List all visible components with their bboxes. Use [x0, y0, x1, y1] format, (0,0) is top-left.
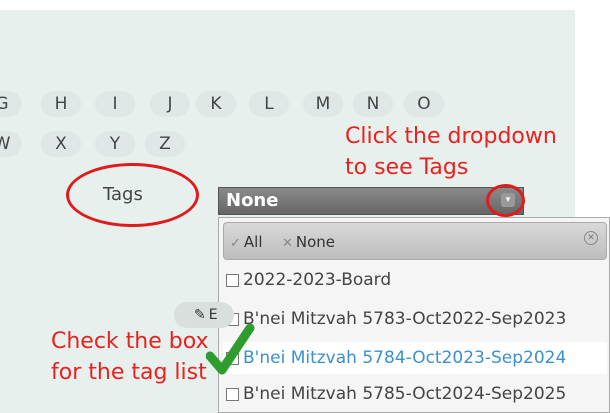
pencil-icon: ✎	[194, 307, 206, 323]
green-checkmark-icon	[206, 323, 255, 375]
select-all-control[interactable]: ✓ All	[230, 233, 263, 251]
tag-option-highlighted[interactable]: B'nei Mitzvah 5784-Oct2023-Sep2024	[223, 342, 607, 374]
dropdown-hint-line2: to see Tags	[345, 155, 469, 180]
tag-option-label: 2022-2023-Board	[243, 270, 392, 290]
check-icon: ✓	[230, 236, 241, 251]
tag-option-label: B'nei Mitzvah 5784-Oct2023-Sep2024	[243, 348, 567, 368]
letter-label: G	[0, 94, 9, 114]
letter-label: O	[417, 94, 431, 114]
letter-filter-j[interactable]: J	[150, 91, 190, 117]
letter-label: Y	[109, 134, 121, 154]
letter-label: L	[264, 94, 274, 114]
tags-select[interactable]: None ▾	[218, 187, 524, 215]
letter-label: Z	[159, 134, 171, 154]
letter-label: X	[55, 134, 67, 154]
tag-option-checkbox[interactable]	[226, 387, 239, 401]
letter-filter-k[interactable]: K	[196, 91, 236, 117]
letter-filter-i[interactable]: I	[95, 91, 135, 117]
letter-filter-y[interactable]: Y	[95, 131, 135, 157]
letter-label: I	[112, 94, 118, 114]
dropdown-hint-line1: Click the dropdown	[345, 124, 557, 149]
tag-option[interactable]: B'nei Mitzvah 5785-Oct2024-Sep2025	[223, 378, 607, 410]
letter-label: W	[0, 134, 11, 154]
tags-select-value: None	[226, 190, 279, 211]
letter-filter-n[interactable]: N	[353, 91, 393, 117]
tags-dropdown-menu: ✓ All ✕ None ✕ 2022-2023-Board B'nei Mitzv…	[218, 217, 610, 413]
select-none-label: None	[295, 233, 336, 251]
letter-filter-l[interactable]: L	[249, 91, 289, 117]
tags-label-highlight-ellipse	[66, 163, 199, 227]
select-arrow-highlight-ellipse	[486, 184, 525, 217]
letter-label: K	[210, 94, 222, 114]
letter-filter-m[interactable]: M	[303, 91, 343, 117]
tag-option-checkbox[interactable]	[226, 273, 239, 287]
tag-option[interactable]: 2022-2023-Board	[223, 264, 607, 296]
tag-option[interactable]: B'nei Mitzvah 5783-Oct2022-Sep2023	[223, 303, 607, 335]
checkbox-hint-line1: Check the box	[51, 329, 209, 354]
close-circle-icon[interactable]: ✕	[584, 231, 598, 245]
letter-label: M	[315, 94, 331, 114]
dropdown-hint-annotation: Click the dropdown to see Tags	[345, 121, 557, 183]
letter-label: N	[366, 94, 380, 114]
letter-filter-h[interactable]: H	[41, 91, 81, 117]
letter-filter-x[interactable]: X	[41, 131, 81, 157]
select-none-control[interactable]: ✕ None	[282, 233, 335, 251]
x-icon: ✕	[282, 236, 293, 251]
tag-option-label: B'nei Mitzvah 5783-Oct2022-Sep2023	[243, 309, 567, 329]
checkbox-hint-line2: for the tag list	[51, 360, 207, 385]
letter-label: H	[54, 94, 68, 114]
tag-option-label: B'nei Mitzvah 5785-Oct2024-Sep2025	[243, 384, 567, 404]
checkbox-hint-annotation: Check the box for the tag list	[51, 326, 209, 388]
select-all-label: All	[243, 233, 263, 251]
dropdown-header: ✓ All ✕ None ✕	[223, 222, 607, 260]
letter-label: J	[167, 94, 173, 114]
letter-filter-o[interactable]: O	[404, 91, 444, 117]
letter-filter-z[interactable]: Z	[145, 131, 185, 157]
